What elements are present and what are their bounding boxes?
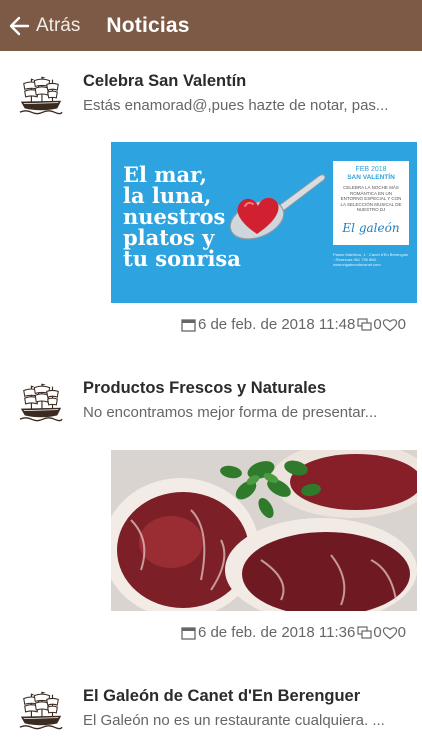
news-title: Celebra San Valentín	[83, 72, 247, 90]
news-excerpt: Estás enamorad@,pues hazte de notar, pas…	[83, 97, 389, 114]
ship-logo-avatar	[19, 76, 63, 115]
back-label: Atrás	[36, 14, 81, 36]
page-title: Noticias	[106, 13, 190, 37]
raw-beef-photo	[111, 450, 417, 611]
comment-count: 0	[373, 624, 382, 641]
comment-count: 0	[373, 316, 382, 333]
ship-logo-avatar	[19, 691, 63, 730]
back-button[interactable]: Atrás	[0, 0, 86, 51]
news-image[interactable]: El mar, la luna, nuestros platos y tu so…	[111, 142, 417, 303]
arrow-left-icon	[9, 16, 30, 35]
like-count: 0	[397, 624, 406, 641]
news-excerpt: No encontramos mejor forma de presentar.…	[83, 404, 378, 421]
news-meta: 6 de feb. de 2018 11:48 0 0	[181, 316, 406, 333]
promo-banner: El mar, la luna, nuestros platos y tu so…	[111, 142, 417, 303]
news-image[interactable]	[111, 450, 417, 611]
ship-logo-avatar	[19, 383, 63, 422]
like-count: 0	[397, 316, 406, 333]
heart-icon[interactable]	[382, 318, 398, 332]
news-excerpt: El Galeón no es un restaurante cualquier…	[83, 712, 385, 729]
heart-icon[interactable]	[382, 626, 398, 640]
news-title: Productos Frescos y Naturales	[83, 379, 327, 397]
news-title: El Galeón de Canet d'En Berenguer	[83, 687, 361, 705]
calendar-icon	[181, 626, 196, 640]
top-app-bar: Atrás Noticias	[0, 0, 422, 51]
news-date: 6 de feb. de 2018 11:48	[197, 316, 356, 333]
heart-spoon-illustration	[229, 174, 326, 240]
comments-icon	[357, 317, 372, 331]
promo-info-card: FEB 2018 SAN VALENTÍN CELEBRA LA NOCHE M…	[333, 161, 409, 245]
news-date: 6 de feb. de 2018 11:36	[197, 624, 356, 641]
news-meta: 6 de feb. de 2018 11:36 0 0	[181, 624, 406, 641]
calendar-icon	[181, 318, 196, 332]
comments-icon	[357, 625, 372, 639]
promo-small-print: Paseo Marítimo, 1 · Canet d'En Berenguer…	[333, 252, 409, 267]
